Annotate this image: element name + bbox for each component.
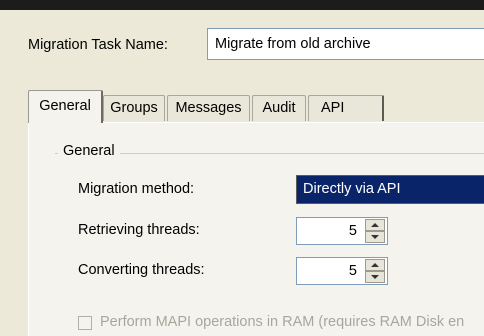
retrieving-threads-up-button[interactable] — [365, 219, 385, 231]
migration-method-select[interactable]: Directly via API — [296, 175, 484, 204]
ram-operations-label: Perform MAPI operations in RAM (requires… — [100, 314, 465, 330]
task-name-input[interactable] — [207, 28, 484, 60]
tab-api[interactable]: API — [308, 95, 384, 121]
retrieving-threads-input[interactable] — [297, 218, 361, 244]
window-title-bar — [0, 0, 484, 10]
retrieving-threads-spin-buttons — [365, 219, 385, 243]
general-group-title: General — [58, 143, 120, 159]
converting-threads-spinner — [296, 257, 388, 285]
converting-threads-label: Converting threads: — [78, 262, 205, 278]
arrow-up-icon — [371, 223, 379, 227]
migration-method-label: Migration method: — [78, 181, 195, 197]
arrow-down-icon — [371, 235, 379, 239]
retrieving-threads-down-button[interactable] — [365, 231, 385, 243]
tab-general[interactable]: General — [28, 90, 103, 123]
arrow-up-icon — [371, 263, 379, 267]
converting-threads-up-button[interactable] — [365, 259, 385, 271]
tab-groups[interactable]: Groups — [103, 95, 165, 121]
arrow-down-icon — [371, 275, 379, 279]
ram-operations-checkbox[interactable] — [78, 316, 92, 330]
converting-threads-spin-buttons — [365, 259, 385, 283]
retrieving-threads-label: Retrieving threads: — [78, 222, 200, 238]
retrieving-threads-spinner — [296, 217, 388, 245]
converting-threads-input[interactable] — [297, 258, 361, 284]
converting-threads-down-button[interactable] — [365, 271, 385, 283]
task-name-label: Migration Task Name: — [28, 37, 168, 53]
tab-audit[interactable]: Audit — [252, 95, 306, 121]
tab-messages[interactable]: Messages — [167, 95, 250, 121]
